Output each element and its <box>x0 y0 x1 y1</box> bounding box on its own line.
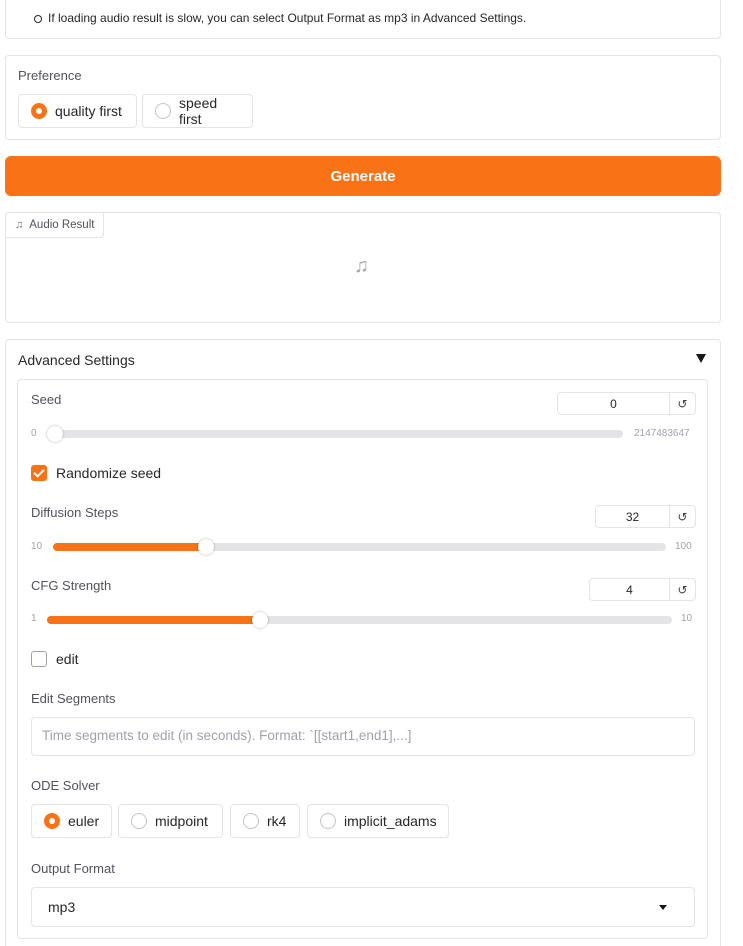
radio-selected-icon[interactable] <box>31 103 47 119</box>
randomize-seed-checkbox[interactable] <box>31 465 47 481</box>
edit-label: edit <box>56 651 79 667</box>
radio-selected-icon[interactable] <box>44 813 60 829</box>
radio-unselected-icon[interactable] <box>155 103 171 119</box>
radio-label: implicit_adams <box>344 813 437 829</box>
edit-segments-label: Edit Segments <box>31 691 116 706</box>
preference-label: Preference <box>18 68 82 83</box>
notes-panel: If loading audio result is slow, you can… <box>5 0 721 39</box>
seed-label: Seed <box>31 392 62 407</box>
radio-label: euler <box>68 813 100 829</box>
radio-quality-first[interactable]: quality first <box>18 94 137 128</box>
diffusion-steps-slider-thumb[interactable] <box>198 539 215 555</box>
music-note-icon: ♫ <box>354 255 369 277</box>
seed-max: 2147483647 <box>634 428 690 439</box>
note-item: If loading audio result is slow, you can… <box>33 11 527 25</box>
radio-implicit-adams[interactable]: implicit_adams <box>307 804 449 838</box>
radio-unselected-icon[interactable] <box>320 813 336 829</box>
radio-label: rk4 <box>267 813 287 829</box>
output-format-value: mp3 <box>48 899 76 915</box>
reset-icon[interactable]: ↺ <box>669 393 695 414</box>
radio-speed-first[interactable]: speed first <box>142 94 253 128</box>
randomize-seed-label: Randomize seed <box>56 465 162 481</box>
diffusion-steps-input[interactable]: 32 ↺ <box>595 505 696 528</box>
audio-result-panel: ♫ Audio Result ♫ <box>5 212 721 323</box>
seed-min: 0 <box>31 428 37 439</box>
reset-icon[interactable]: ↺ <box>669 579 695 600</box>
edit-segments-input[interactable]: Time segments to edit (in seconds). Form… <box>31 717 695 756</box>
cfg-strength-input[interactable]: 4 ↺ <box>589 578 696 601</box>
advanced-settings-body: Seed 0 ↺ 0 2147483647 Randomize seed Dif… <box>17 379 708 939</box>
cfg-strength-min: 1 <box>31 613 37 624</box>
seed-number-input[interactable]: 0 ↺ <box>557 392 696 415</box>
reset-icon[interactable]: ↺ <box>669 506 695 527</box>
cfg-strength-slider[interactable] <box>47 612 672 628</box>
advanced-settings-title[interactable]: Advanced Settings <box>18 352 135 368</box>
advanced-settings-panel: Advanced Settings Seed 0 ↺ 0 2147483647 … <box>5 339 721 946</box>
diffusion-steps-slider-fill <box>53 543 207 551</box>
ode-solver-label: ODE Solver <box>31 778 100 793</box>
radio-label: speed first <box>179 95 218 127</box>
radio-unselected-icon[interactable] <box>243 813 259 829</box>
generate-button[interactable]: Generate <box>5 156 721 196</box>
radio-unselected-icon[interactable] <box>131 813 147 829</box>
notes-list: If loading audio result is slow, you can… <box>33 11 527 25</box>
seed-slider-thumb[interactable] <box>47 426 63 442</box>
radio-label: quality first <box>55 103 122 119</box>
audio-result-label: Audio Result <box>29 219 95 231</box>
cfg-strength-label: CFG Strength <box>31 578 112 593</box>
diffusion-steps-value[interactable]: 32 <box>596 510 669 524</box>
diffusion-steps-label: Diffusion Steps <box>31 505 119 520</box>
radio-rk4[interactable]: rk4 <box>230 804 300 838</box>
collapse-caret-icon[interactable] <box>696 354 706 363</box>
output-format-label: Output Format <box>31 861 115 876</box>
preference-panel: Preference quality first speed first <box>5 55 721 140</box>
radio-euler[interactable]: euler <box>31 804 112 838</box>
diffusion-steps-slider[interactable] <box>53 539 666 555</box>
diffusion-steps-min: 10 <box>31 541 43 552</box>
diffusion-steps-max: 100 <box>675 541 692 552</box>
music-note-icon: ♫ <box>15 219 24 231</box>
seed-slider[interactable] <box>47 426 623 442</box>
dropdown-caret-icon[interactable] <box>659 905 667 910</box>
radio-label: midpoint <box>155 813 208 829</box>
cfg-strength-slider-fill <box>47 616 260 624</box>
cfg-strength-slider-thumb[interactable] <box>251 612 268 628</box>
radio-midpoint[interactable]: midpoint <box>118 804 223 838</box>
cfg-strength-max: 10 <box>681 613 693 624</box>
cfg-strength-value[interactable]: 4 <box>590 583 669 597</box>
seed-value[interactable]: 0 <box>558 397 669 411</box>
audio-result-tab: ♫ Audio Result <box>5 212 105 238</box>
edit-checkbox[interactable] <box>31 651 47 667</box>
output-format-select[interactable]: mp3 <box>31 887 695 927</box>
